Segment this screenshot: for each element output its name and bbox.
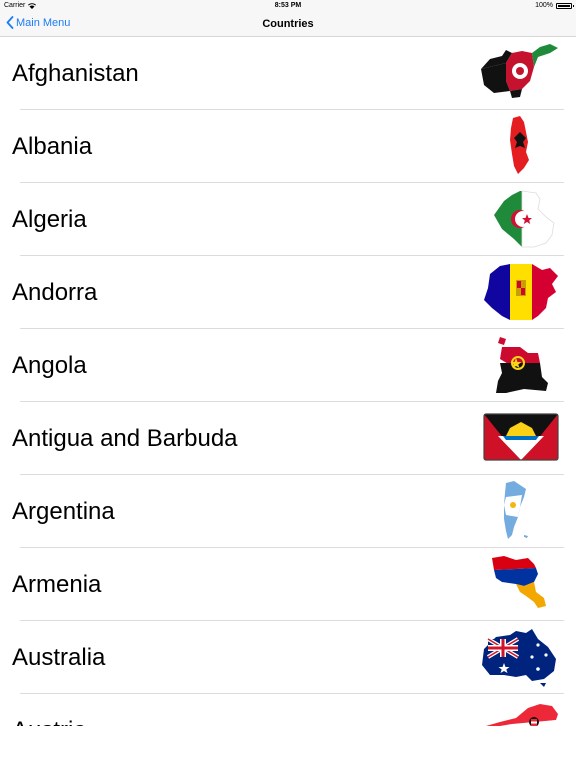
- angola-flag-map-icon: [496, 337, 548, 393]
- country-name: Albania: [12, 132, 93, 160]
- country-row-australia[interactable]: Australia: [0, 621, 576, 694]
- country-row-andorra[interactable]: Andorra: [0, 256, 576, 329]
- page-title: Countries: [262, 18, 314, 30]
- country-row-armenia[interactable]: Armenia: [0, 548, 576, 621]
- country-name: Andorra: [12, 278, 98, 306]
- antigua-and-barbuda-flag-icon: [483, 413, 559, 461]
- navigation-bar: Main Menu Countries: [0, 12, 576, 37]
- andorra-flag-map-icon: [484, 264, 558, 320]
- argentina-flag-map-icon: [504, 481, 528, 539]
- albania-flag-map-icon: [510, 116, 529, 174]
- countries-list[interactable]: Afghanistan Albania Algeria Andorra Ango…: [0, 37, 576, 726]
- country-name: Algeria: [12, 205, 87, 233]
- country-row-angola[interactable]: Angola: [0, 329, 576, 402]
- country-row-afghanistan[interactable]: Afghanistan: [0, 37, 576, 110]
- country-name: Austria: [12, 717, 87, 727]
- status-bar: Carrier 8:53 PM 100%: [0, 0, 576, 12]
- armenia-flag-map-icon: [492, 556, 546, 608]
- status-time: 8:53 PM: [274, 2, 302, 9]
- afghanistan-flag-map-icon: [481, 44, 558, 98]
- battery-icon: [556, 2, 574, 9]
- country-row-albania[interactable]: Albania: [0, 110, 576, 183]
- country-name: Afghanistan: [12, 59, 139, 87]
- country-row-antigua-and-barbuda[interactable]: Antigua and Barbuda: [0, 402, 576, 475]
- australia-flag-map-icon: [482, 629, 556, 687]
- country-name: Australia: [12, 643, 106, 671]
- country-row-austria[interactable]: Austria: [0, 694, 576, 726]
- country-name: Armenia: [12, 570, 102, 598]
- algeria-flag-map-icon: [494, 190, 555, 248]
- country-name: Antigua and Barbuda: [12, 424, 238, 452]
- country-row-argentina[interactable]: Argentina: [0, 475, 576, 548]
- country-name: Angola: [12, 351, 87, 379]
- battery-percent: 100%: [535, 2, 553, 9]
- country-row-algeria[interactable]: Algeria: [0, 183, 576, 256]
- country-name: Argentina: [12, 497, 115, 525]
- battery-indicator: 100%: [535, 2, 574, 9]
- austria-flag-map-icon: [486, 704, 558, 726]
